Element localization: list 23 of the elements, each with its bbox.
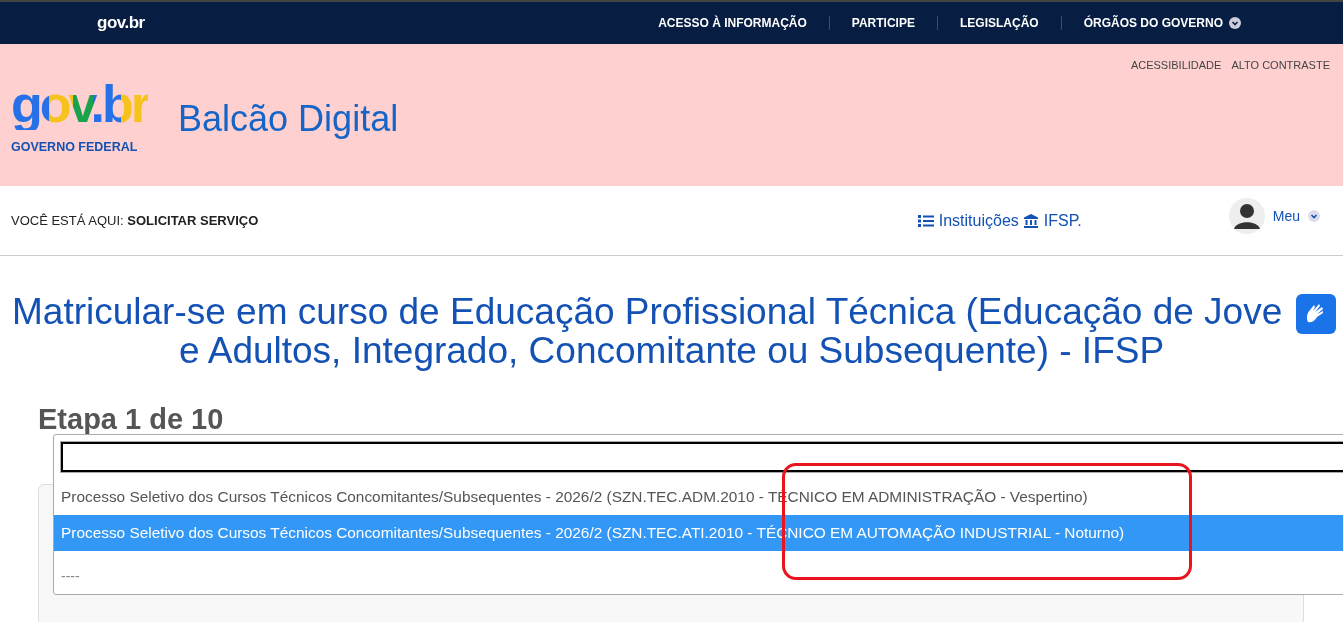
logo-caption: GOVERNO FEDERAL	[11, 140, 139, 154]
accessibility-link[interactable]: ALTO CONTRASTE	[1231, 59, 1330, 71]
breadcrumb-link[interactable]: Instituições	[917, 211, 1019, 230]
page-title: Matricular-se em curso de Educação Profissional Técnica (Educação de Jove	[12, 292, 1283, 331]
chevron-down-icon	[1308, 209, 1320, 222]
avatar-icon	[1228, 197, 1265, 234]
bank-icon	[1022, 212, 1039, 229]
user-menu[interactable]: Meu	[1272, 207, 1300, 224]
step-heading: Etapa 1 de 10	[38, 402, 225, 436]
gov-logo[interactable]: gov.br	[97, 13, 145, 33]
nav-link[interactable]: PARTICIPE	[828, 16, 937, 30]
nav-link[interactable]: ÓRGÃOS DO GOVERNO	[1060, 16, 1263, 30]
breadcrumb: VOCÊ ESTÁ AQUI: SOLICITAR SERVIÇO	[11, 213, 259, 228]
dropdown-option[interactable]: ----	[54, 551, 1343, 601]
breadcrumb-link[interactable]: IFSP.	[1022, 211, 1082, 230]
accessibility-link[interactable]: ACESSIBILIDADE	[1130, 59, 1222, 71]
nav-link[interactable]: ACESSO À INFORMAÇÃO	[636, 16, 829, 30]
search-field[interactable]	[61, 442, 1343, 472]
sign-language-icon[interactable]	[1296, 294, 1336, 334]
page-title: e Adultos, Integrado, Concomitante ou Subsequente) - IFSP	[177, 331, 1166, 370]
list-icon	[917, 212, 934, 229]
nav-link[interactable]: LEGISLAÇÃO	[936, 16, 1061, 30]
site-title[interactable]: Balcão Digital	[178, 98, 399, 140]
